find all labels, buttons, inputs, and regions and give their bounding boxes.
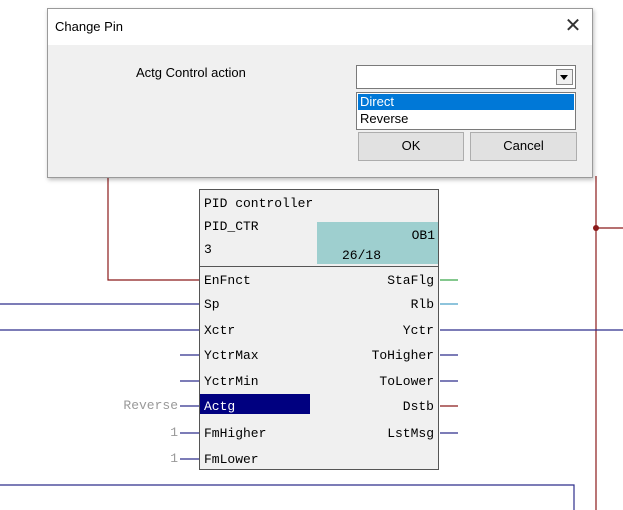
input-pin-xctr[interactable]: Xctr bbox=[204, 323, 235, 338]
input-pin-yctrmin[interactable]: YctrMin bbox=[204, 374, 259, 389]
input-pin-fmlower[interactable]: FmLower bbox=[204, 452, 259, 467]
option-reverse[interactable]: Reverse bbox=[358, 111, 574, 127]
dialog-titlebar[interactable]: Change Pin ✕ bbox=[48, 9, 592, 45]
input-pin-actg[interactable]: Actg bbox=[204, 399, 235, 414]
block-number: 3 bbox=[204, 242, 212, 257]
output-pin-lstmsg[interactable]: LstMsg bbox=[387, 426, 434, 441]
header-divider bbox=[200, 266, 438, 267]
output-pin-tohigher[interactable]: ToHigher bbox=[372, 348, 434, 363]
output-pin-rlb[interactable]: Rlb bbox=[411, 297, 434, 312]
fmhigher-value-label: 1 bbox=[170, 425, 178, 440]
input-pin-enfnct[interactable]: EnFnct bbox=[204, 273, 251, 288]
input-pin-sp[interactable]: Sp bbox=[204, 297, 220, 312]
ok-button[interactable]: OK bbox=[358, 132, 464, 161]
block-type-name: PID_CTR bbox=[204, 219, 259, 234]
change-pin-dialog: Change Pin ✕ Actg Control action Direct … bbox=[47, 8, 593, 178]
pin-label: Actg Control action bbox=[136, 65, 246, 80]
input-pin-fmhigher[interactable]: FmHigher bbox=[204, 426, 266, 441]
junction-dot bbox=[593, 225, 599, 231]
dialog-title: Change Pin bbox=[55, 19, 123, 34]
dropdown-arrow-icon[interactable] bbox=[556, 69, 573, 85]
pid-controller-block[interactable]: PID controller PID_CTR 3 OB1 26/18 EnFnc… bbox=[199, 189, 439, 470]
control-action-combobox[interactable] bbox=[356, 65, 576, 89]
output-pin-staflg[interactable]: StaFlg bbox=[387, 273, 434, 288]
block-title: PID controller bbox=[204, 196, 314, 211]
input-pin-yctrmax[interactable]: YctrMax bbox=[204, 348, 259, 363]
block-position: 26/18 bbox=[342, 248, 382, 263]
ob-label: OB1 bbox=[411, 228, 435, 243]
bottom-wire bbox=[0, 484, 575, 510]
option-direct[interactable]: Direct bbox=[358, 94, 574, 110]
output-pin-yctr[interactable]: Yctr bbox=[403, 323, 434, 338]
fmlower-value-label: 1 bbox=[170, 451, 178, 466]
output-pin-tolower[interactable]: ToLower bbox=[379, 374, 434, 389]
output-pin-dstb[interactable]: Dstb bbox=[403, 399, 434, 414]
cancel-button[interactable]: Cancel bbox=[470, 132, 577, 161]
actg-value-label: Reverse bbox=[123, 398, 178, 413]
enfnct-wire bbox=[107, 176, 199, 281]
close-button[interactable]: ✕ bbox=[560, 13, 586, 39]
options-listbox[interactable]: Direct Reverse bbox=[356, 92, 576, 130]
